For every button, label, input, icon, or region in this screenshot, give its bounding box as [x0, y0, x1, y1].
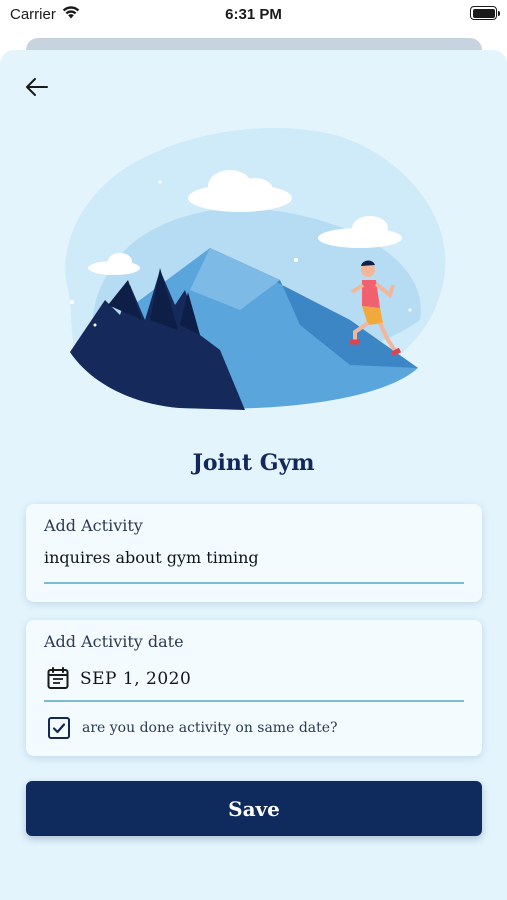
activity-date-underline: [44, 700, 464, 702]
save-button[interactable]: Save: [26, 781, 482, 836]
activity-date-card: Add Activity date SEP 1, 2020 are you do…: [26, 620, 482, 756]
calendar-icon[interactable]: [46, 666, 70, 690]
activity-card: Add Activity: [26, 504, 482, 602]
status-bar: Carrier 6:31 PM: [0, 0, 507, 30]
status-time: 6:31 PM: [225, 6, 282, 23]
arrow-left-icon: [26, 78, 48, 96]
check-icon: [52, 723, 66, 734]
activity-underline: [44, 582, 464, 584]
activity-input[interactable]: [44, 548, 444, 567]
battery-icon: [470, 6, 500, 20]
activity-date-label: Add Activity date: [44, 632, 184, 651]
activity-date-value[interactable]: SEP 1, 2020: [80, 669, 191, 689]
mountain-runner-illustration: [65, 128, 446, 410]
activity-label: Add Activity: [44, 516, 143, 535]
back-button[interactable]: [22, 74, 52, 100]
same-date-label: are you done activity on same date?: [82, 720, 338, 736]
page-title: Joint Gym: [192, 450, 315, 476]
same-date-checkbox[interactable]: [48, 717, 70, 739]
